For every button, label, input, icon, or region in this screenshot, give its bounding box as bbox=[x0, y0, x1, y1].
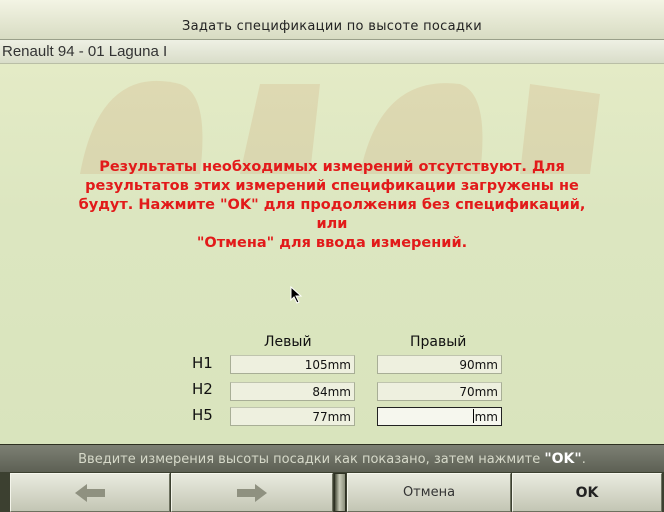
status-end: . bbox=[581, 452, 586, 467]
row-label-h1: H1 bbox=[192, 354, 213, 372]
toolbar-separator bbox=[334, 473, 346, 512]
left-column-header: Левый bbox=[264, 334, 312, 350]
unit-label: mm bbox=[327, 410, 351, 424]
h2-left-value: 84 bbox=[312, 385, 328, 399]
warning-line: Результаты необходимых измерений отсутст… bbox=[99, 159, 565, 175]
right-column-header: Правый bbox=[410, 334, 467, 350]
unit-label: mm bbox=[474, 410, 498, 424]
warning-line: будут. Нажмите "OK" для продолжения без … bbox=[78, 197, 586, 232]
ok-button[interactable]: OK bbox=[512, 473, 662, 512]
dialog-window: Задать спецификации по высоте посадки Re… bbox=[0, 0, 664, 512]
cancel-button[interactable]: Отмена bbox=[347, 473, 511, 512]
warning-message: Результаты необходимых измерений отсутст… bbox=[70, 158, 594, 253]
warning-line: результатов этих измерений спецификации … bbox=[85, 178, 579, 194]
row-label-h5: H5 bbox=[192, 406, 213, 424]
vehicle-name: Renault 94 - 01 Laguna I bbox=[2, 43, 168, 60]
h5-right-field[interactable]: mm bbox=[377, 407, 502, 426]
h1-right-value: 90 bbox=[459, 358, 475, 372]
vehicle-bar: Renault 94 - 01 Laguna I bbox=[0, 40, 664, 64]
unit-label: mm bbox=[474, 385, 498, 399]
h5-left-value: 77 bbox=[312, 410, 328, 424]
text-caret bbox=[472, 409, 474, 423]
h2-left-field[interactable]: 84mm bbox=[230, 382, 355, 401]
row-label-h2: H2 bbox=[192, 380, 213, 398]
content-area: Результаты необходимых измерений отсутст… bbox=[0, 64, 664, 444]
status-key: "OK" bbox=[544, 451, 582, 467]
h5-left-field[interactable]: 77mm bbox=[230, 407, 355, 426]
back-button[interactable] bbox=[10, 473, 170, 512]
h2-right-value: 70 bbox=[459, 385, 475, 399]
h2-right-field[interactable]: 70mm bbox=[377, 382, 502, 401]
title-bar: Задать спецификации по высоте посадки bbox=[0, 0, 664, 40]
status-text: Введите измерения высоты посадки как пок… bbox=[78, 452, 545, 467]
unit-label: mm bbox=[327, 358, 351, 372]
status-bar: Введите измерения высоты посадки как пок… bbox=[0, 444, 664, 472]
warning-line: "Отмена" для ввода измерений. bbox=[196, 235, 468, 251]
dialog-title: Задать спецификации по высоте посадки bbox=[181, 19, 483, 34]
arrow-right-icon bbox=[237, 483, 267, 502]
forward-button[interactable] bbox=[171, 473, 333, 512]
mouse-pointer-icon bbox=[290, 286, 303, 304]
unit-label: mm bbox=[474, 358, 498, 372]
h1-left-value: 105 bbox=[304, 358, 328, 372]
h1-left-field[interactable]: 105mm bbox=[230, 355, 355, 374]
unit-label: mm bbox=[327, 385, 351, 399]
footer-toolbar: Отмена OK bbox=[0, 472, 664, 512]
arrow-left-icon bbox=[75, 483, 105, 502]
h1-right-field[interactable]: 90mm bbox=[377, 355, 502, 374]
